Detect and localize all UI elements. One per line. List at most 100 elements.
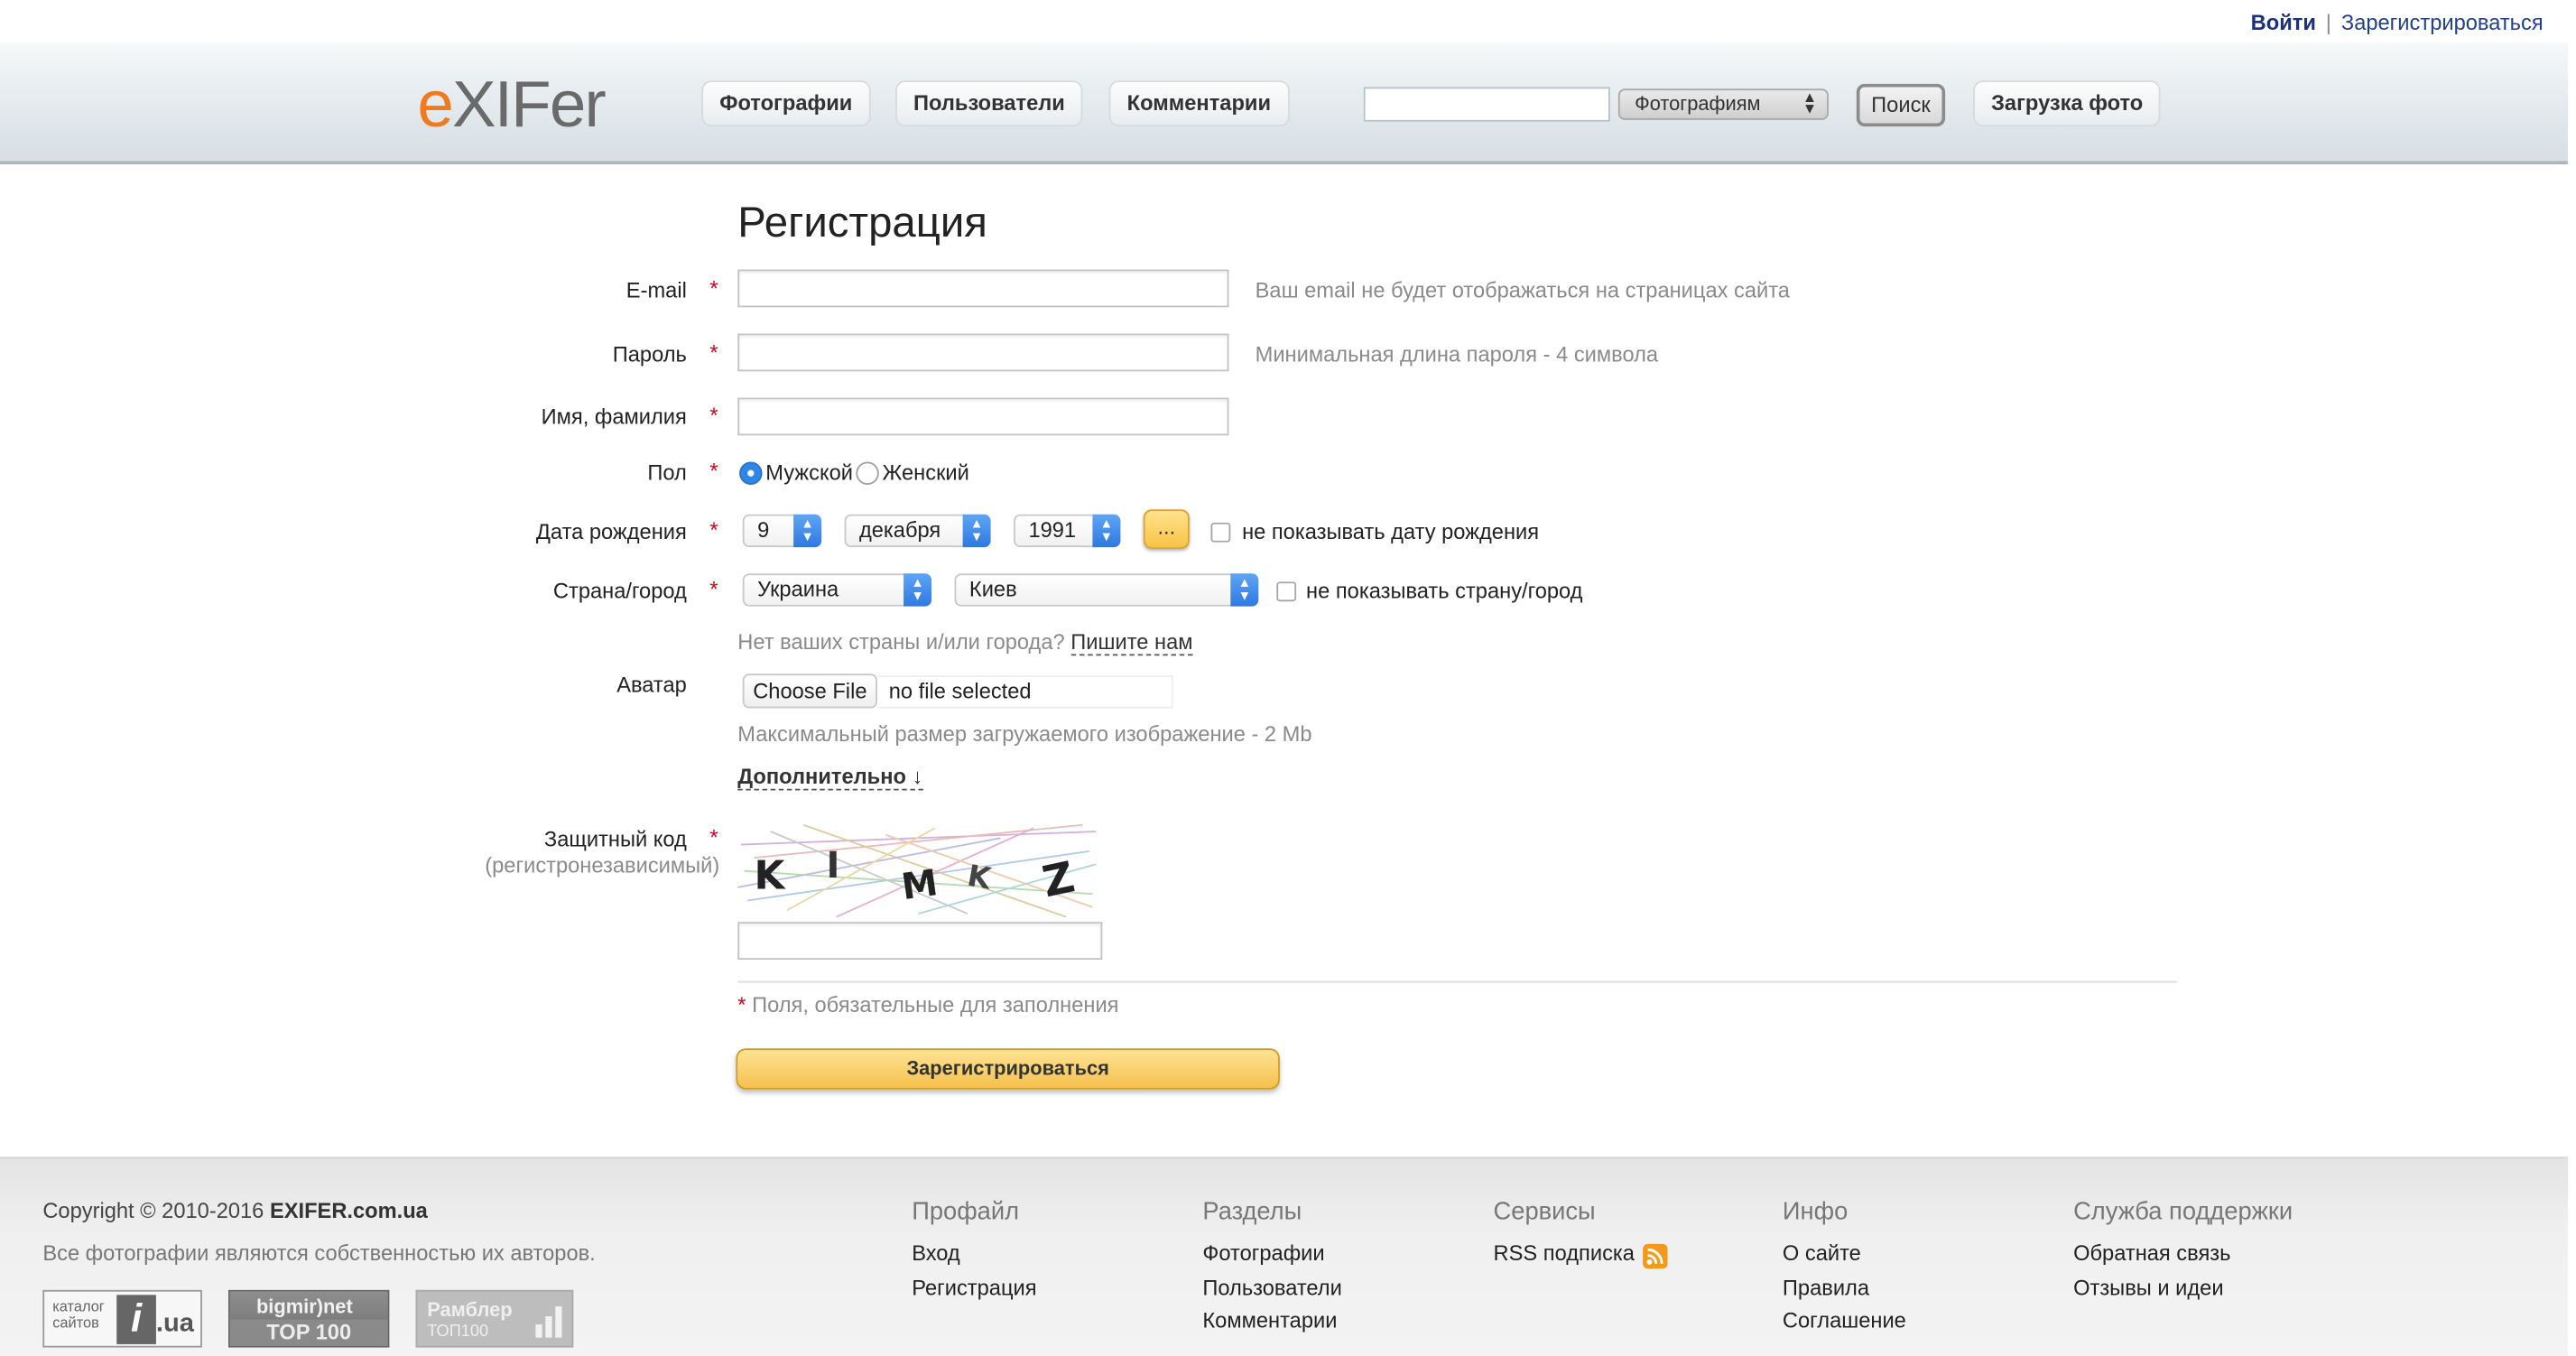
register-submit-button[interactable]: Зарегистрироваться — [736, 1048, 1280, 1090]
select-arrows-icon: ▲ ▼ — [903, 573, 932, 607]
select-arrows-icon: ▲ ▼ — [1230, 573, 1259, 607]
birth-year-value: 1991 — [1028, 517, 1077, 543]
name-field[interactable] — [737, 397, 1229, 436]
footer-sections-title: Разделы — [1202, 1197, 1302, 1226]
site-logo[interactable]: eXIFer — [417, 72, 606, 138]
footer-login-link[interactable]: Вход — [912, 1240, 960, 1265]
footer: Copyright © 2010-2016 EXIFER.com.ua Все … — [0, 1156, 2568, 1356]
select-arrows-icon: ▲ ▼ — [1802, 88, 1818, 117]
bigmir-top100-badge[interactable]: bigmir)net TOP 100 — [228, 1289, 390, 1348]
gender-female-radio[interactable] — [856, 461, 879, 485]
footer-agreement-link[interactable]: Соглашение — [1783, 1308, 1906, 1333]
select-arrows-icon: ▲ ▼ — [793, 514, 822, 548]
captcha-input[interactable] — [737, 922, 1103, 960]
search-scope-select[interactable]: Фотографиям ▲ ▼ — [1617, 88, 1829, 120]
select-arrows-icon: ▲ ▼ — [962, 514, 991, 548]
birthdate-required-mark: * — [709, 517, 718, 543]
footer-photos-link[interactable]: Фотографии — [1202, 1240, 1324, 1265]
gender-female-label[interactable]: Женский — [882, 460, 968, 485]
hide-birthdate-label[interactable]: не показывать дату рождения — [1242, 519, 1539, 543]
password-label: Пароль — [612, 341, 687, 367]
gender-male-radio[interactable] — [739, 461, 763, 485]
birth-month-value: декабря — [858, 517, 941, 543]
footer-about-link[interactable]: О сайте — [1783, 1240, 1861, 1265]
captcha-sublabel: (регистронезависимый) — [485, 852, 720, 878]
top-links: Войти | Зарегистрироваться — [2251, 10, 2544, 34]
upload-photo-button[interactable]: Загрузка фото — [1973, 80, 2162, 127]
required-note: * Поля, обязательные для заполнения — [737, 992, 1119, 1017]
gender-label: Пол — [647, 460, 687, 485]
nav-photos-button[interactable]: Фотографии — [701, 80, 871, 127]
select-arrows-icon: ▲ ▼ — [1092, 514, 1121, 548]
avatar-label: Аватар — [616, 672, 687, 697]
captcha-letter: M — [899, 862, 941, 908]
gender-male-label[interactable]: Мужской — [765, 460, 853, 485]
choose-file-button[interactable]: Choose File — [742, 673, 877, 709]
more-options-link[interactable]: Дополнительно ↓ — [737, 764, 923, 791]
register-link[interactable]: Зарегистрироваться — [2341, 10, 2544, 34]
captcha-label: Защитный код — [543, 826, 687, 851]
country-value: Украина — [757, 576, 839, 602]
gender-required-mark: * — [709, 458, 718, 484]
footer-support-title: Служба поддержки — [2073, 1197, 2293, 1226]
email-field[interactable] — [737, 269, 1229, 308]
footer-register-link[interactable]: Регистрация — [912, 1275, 1036, 1299]
email-hint: Ваш email не будет отображаться на стран… — [1255, 277, 1790, 302]
search-button[interactable]: Поиск — [1856, 83, 1946, 127]
location-required-mark: * — [709, 576, 718, 602]
page: Войти | Зарегистрироваться eXIFer Фотограф… — [0, 0, 2576, 1356]
iua-catalog-badge[interactable]: каталог сайтов i .ua — [42, 1289, 202, 1348]
hide-location-checkbox[interactable] — [1276, 581, 1297, 602]
country-select[interactable]: Украина ▲ ▼ — [742, 573, 932, 607]
footer-reviews-ideas-link[interactable]: Отзывы и идеи — [2073, 1275, 2223, 1299]
captcha-letter: I — [827, 845, 840, 887]
footer-rss-link[interactable]: RSS подписка — [1494, 1240, 1635, 1265]
birth-day-value: 9 — [757, 517, 770, 543]
hide-birthdate-checkbox[interactable] — [1210, 522, 1231, 543]
captcha-letter: K — [754, 853, 786, 899]
captcha-letter: Z — [1038, 852, 1079, 907]
no-location-note: Нет ваших страны и/или города? Пишите на… — [737, 629, 1193, 656]
hide-location-label[interactable]: не показывать страну/город — [1306, 579, 1582, 603]
footer-info-title: Инфо — [1782, 1197, 1849, 1226]
name-label: Имя, фамилия — [541, 404, 687, 430]
email-label: E-mail — [625, 277, 687, 302]
date-picker-button[interactable]: ... — [1143, 509, 1190, 549]
birth-month-select[interactable]: декабря ▲ ▼ — [844, 514, 991, 548]
page-title: Регистрация — [737, 197, 987, 247]
birth-day-select[interactable]: 9 ▲ ▼ — [742, 514, 822, 548]
header-bar: eXIFer Фотографии Пользователи Комментар… — [0, 42, 2568, 165]
rss-icon[interactable] — [1643, 1243, 1668, 1269]
location-label: Страна/город — [552, 578, 687, 604]
login-link[interactable]: Войти — [2251, 10, 2316, 34]
captcha-required-mark: * — [709, 824, 718, 850]
search-scope-value: Фотографиям — [1635, 91, 1761, 116]
birth-year-select[interactable]: 1991 ▲ ▼ — [1014, 514, 1121, 548]
footer-comments-link[interactable]: Комментарии — [1202, 1308, 1337, 1333]
city-select[interactable]: Киев ▲ ▼ — [954, 573, 1259, 607]
name-required-mark: * — [709, 402, 718, 428]
password-field[interactable] — [737, 333, 1229, 372]
footer-feedback-link[interactable]: Обратная связь — [2073, 1240, 2230, 1265]
footer-users-link[interactable]: Пользователи — [1202, 1275, 1341, 1299]
photos-ownership-note: Все фотографии являются собственностью и… — [42, 1240, 596, 1266]
form-divider — [737, 980, 2177, 983]
footer-profile-title: Профайл — [912, 1197, 1020, 1226]
file-status: no file selected — [888, 678, 1032, 704]
rambler-top100-badge[interactable]: Рамблер ТОП100 — [415, 1289, 574, 1348]
email-required-mark: * — [709, 275, 718, 302]
page-content: Войти | Зарегистрироваться eXIFer Фотограф… — [0, 0, 2576, 1356]
nav-users-button[interactable]: Пользователи — [895, 80, 1083, 127]
search-input[interactable] — [1363, 87, 1610, 122]
footer-services-title: Сервисы — [1493, 1197, 1596, 1226]
password-hint: Минимальная длина пароля - 4 символа — [1255, 341, 1659, 367]
nav-comments-button[interactable]: Комментарии — [1108, 80, 1290, 127]
top-links-separator: | — [2325, 9, 2331, 35]
footer-rules-link[interactable]: Правила — [1783, 1275, 1869, 1299]
write-us-link[interactable]: Пишите нам — [1070, 629, 1193, 656]
city-value: Киев — [968, 576, 1017, 602]
avatar-hint: Максимальный размер загружаемого изображ… — [737, 721, 1312, 747]
copyright: Copyright © 2010-2016 EXIFER.com.ua — [42, 1197, 428, 1223]
captcha-image: K I M K Z — [737, 823, 1097, 918]
no-location-text: Нет ваших страны и/или города? — [737, 629, 1065, 655]
